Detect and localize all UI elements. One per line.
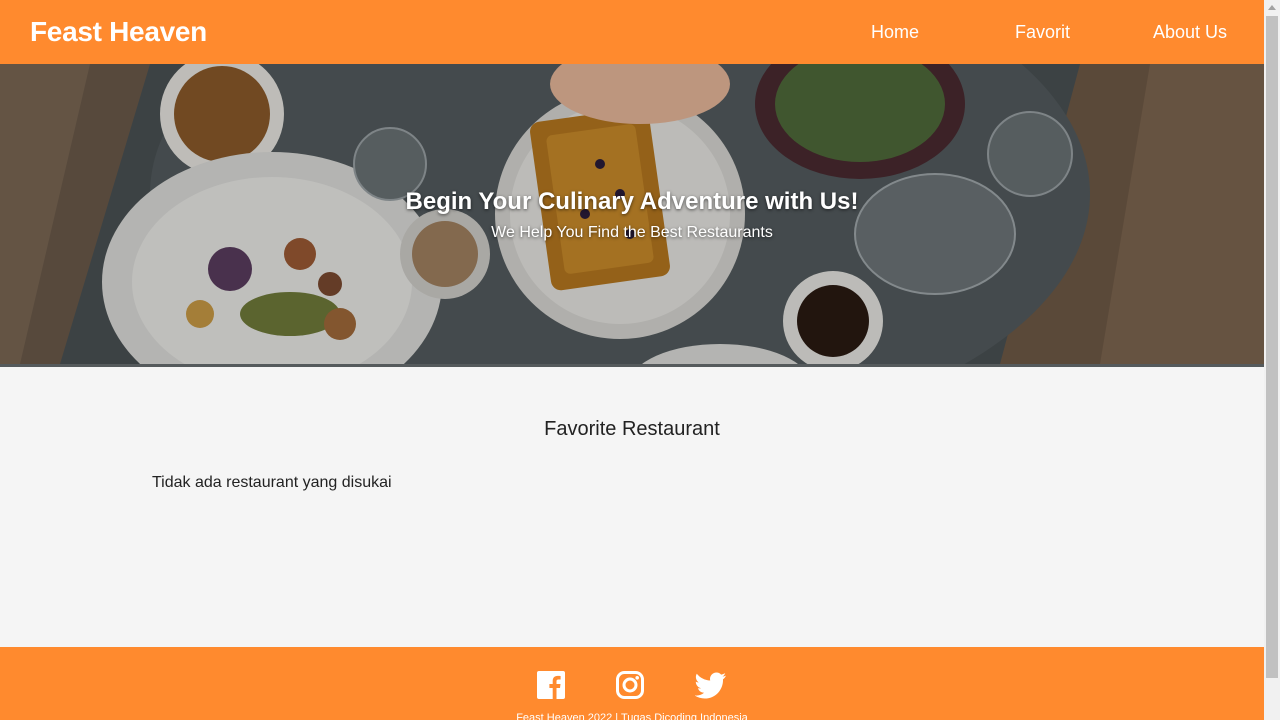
brand-logo[interactable]: Feast Heaven bbox=[30, 14, 207, 50]
hero-banner: Begin Your Culinary Adventure with Us! W… bbox=[0, 64, 1264, 364]
vertical-scrollbar[interactable] bbox=[1264, 0, 1280, 720]
scrollbar-thumb[interactable] bbox=[1266, 16, 1278, 678]
nav-home-link[interactable]: Home bbox=[871, 20, 919, 44]
empty-favorites-message: Tidak ada restaurant yang disukai bbox=[152, 474, 392, 491]
instagram-icon[interactable] bbox=[615, 670, 645, 700]
nav-about-us-link[interactable]: About Us bbox=[1153, 20, 1227, 44]
twitter-icon[interactable] bbox=[694, 670, 726, 700]
app-bar: Feast Heaven Home Favorit About Us bbox=[0, 0, 1264, 64]
favorite-heading: Favorite Restaurant bbox=[544, 418, 720, 440]
page: Feast Heaven Home Favorit About Us Begin… bbox=[0, 0, 1264, 720]
hero-title: Begin Your Culinary Adventure with Us! bbox=[405, 188, 859, 215]
facebook-icon[interactable] bbox=[536, 670, 566, 700]
scroll-up-arrow-icon[interactable] bbox=[1264, 0, 1280, 16]
hero-subtitle: We Help You Find the Best Restaurants bbox=[491, 224, 773, 241]
footer: Feast Heaven 2022 | Tugas Dicoding Indon… bbox=[0, 647, 1264, 720]
hero-divider bbox=[0, 364, 1264, 367]
nav-favorit-link[interactable]: Favorit bbox=[1015, 20, 1070, 44]
copyright-text: Feast Heaven 2022 | Tugas Dicoding Indon… bbox=[516, 712, 748, 720]
